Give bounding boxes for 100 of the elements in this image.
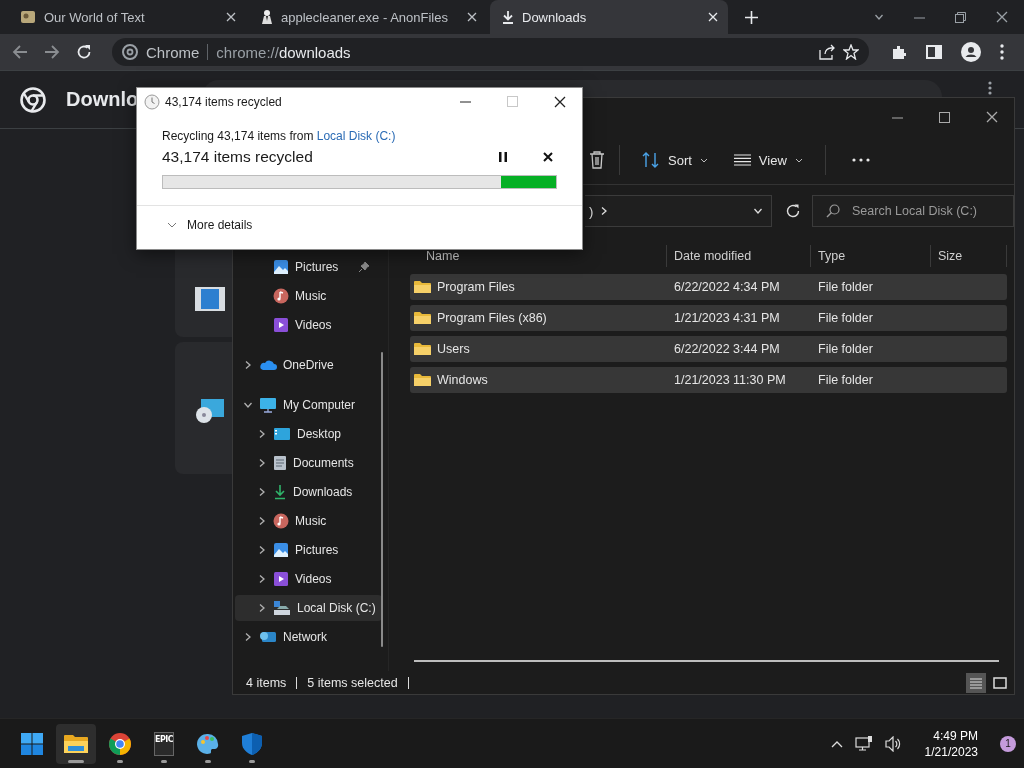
browser-tab[interactable]: Downloads (490, 0, 728, 34)
file-row[interactable]: Program Files (x86) 1/21/2023 4:31 PM File folder (410, 305, 1007, 331)
restore-icon[interactable] (955, 11, 966, 23)
close-icon[interactable] (996, 11, 1008, 23)
folder-icon (64, 733, 88, 754)
details-view-button[interactable] (966, 672, 986, 693)
column-header[interactable]: Size (931, 245, 1007, 267)
breadcrumb[interactable]: ) (589, 203, 594, 219)
location-link[interactable]: Local Disk (C:) (316, 129, 396, 143)
tree-item[interactable]: Desktop (235, 421, 382, 447)
scrollbar[interactable] (414, 660, 999, 662)
star-icon[interactable] (843, 44, 859, 60)
clock-time[interactable]: 4:49 PM (933, 728, 978, 743)
source-text: Recycling 43,174 items from Local Disk (C:) (162, 129, 397, 143)
address-bar[interactable]: Chrome chrome://downloads (112, 38, 869, 66)
search-field[interactable]: Search Local Disk (C:) (812, 195, 1014, 227)
lines-icon (733, 154, 751, 166)
more-icon[interactable] (851, 158, 870, 162)
more-details-button[interactable]: More details (137, 206, 582, 232)
refresh-icon[interactable] (786, 204, 800, 218)
site-label: Chrome (146, 43, 200, 61)
cancel-button[interactable] (543, 152, 553, 162)
volume-icon[interactable] (884, 735, 901, 752)
column-header[interactable]: Date modified (667, 245, 811, 267)
side-panel-icon[interactable] (926, 44, 942, 60)
chevron-icon[interactable] (257, 516, 267, 526)
view-button[interactable]: View (725, 146, 811, 174)
video-icon (273, 571, 289, 587)
puzzle-icon[interactable] (891, 44, 907, 60)
tree-item[interactable]: Local Disk (C:) (235, 595, 382, 621)
table-cell-text: File folder (817, 342, 874, 356)
close-icon[interactable] (554, 95, 566, 108)
table-cell-text: File folder (817, 280, 874, 294)
tree-item[interactable]: OneDrive (235, 352, 382, 378)
browser-tab[interactable]: Our World of Text (8, 0, 246, 34)
chevron-icon[interactable] (257, 487, 267, 497)
palette-icon (197, 732, 219, 755)
tree-item[interactable]: Videos (235, 566, 382, 592)
pause-button[interactable] (499, 152, 507, 162)
tree-item[interactable]: Music (235, 508, 382, 534)
tree-item[interactable]: Network (235, 624, 382, 650)
chevron-icon[interactable] (257, 458, 267, 468)
chevron-icon[interactable] (257, 574, 267, 584)
taskbar-button[interactable] (56, 723, 96, 764)
status-text: 5 items selected (307, 675, 398, 690)
file-row[interactable]: Users 6/22/2022 3:44 PM File folder (410, 336, 1007, 362)
back-icon[interactable] (12, 44, 28, 60)
clock-date[interactable]: 1/21/2023 (924, 744, 978, 759)
chevron-icon[interactable] (257, 603, 267, 613)
url-text[interactable]: chrome://downloads (216, 43, 811, 61)
profile-icon[interactable] (961, 42, 981, 62)
file-row[interactable]: Program Files 6/22/2022 4:34 PM File folder (410, 274, 1007, 300)
window-title: 43,174 items recycled (165, 94, 282, 109)
cloud-icon (259, 359, 277, 371)
folder-icon (414, 342, 431, 356)
sort-button[interactable]: Sort (634, 146, 716, 174)
column-header[interactable]: Type (811, 245, 931, 267)
chevron-icon[interactable] (257, 429, 267, 439)
delete-icon[interactable] (589, 151, 605, 169)
table-cell-text: 1/21/2023 4:31 PM (673, 311, 781, 325)
table-cell-text: File folder (817, 311, 874, 325)
tree-item[interactable]: Music (235, 283, 382, 309)
more-icon[interactable] (988, 81, 992, 95)
address-bar[interactable]: ) (585, 195, 772, 227)
pin-icon[interactable] (358, 261, 370, 273)
tree-item[interactable]: Downloads (235, 479, 382, 505)
file-row[interactable]: Windows 1/21/2023 11:30 PM File folder (410, 367, 1007, 393)
plus-icon[interactable] (745, 10, 758, 24)
table-cell-text: 6/22/2022 4:34 PM (673, 280, 781, 294)
chevron-down-icon[interactable] (874, 12, 884, 22)
scrollbar[interactable] (381, 352, 383, 647)
maximize-icon[interactable] (939, 111, 950, 123)
chevron-icon[interactable] (257, 545, 267, 555)
network-icon (259, 630, 277, 644)
tree-item[interactable]: My Computer (235, 392, 382, 418)
picture-icon (273, 542, 289, 558)
share-icon[interactable] (819, 44, 835, 60)
menu-icon[interactable] (1000, 44, 1004, 60)
browser-tab[interactable]: applecleaner.exe - AnonFiles (249, 0, 487, 34)
forward-icon[interactable] (44, 44, 60, 60)
chevron-icon[interactable] (243, 360, 253, 370)
picture-icon (273, 259, 289, 275)
chevron-icon[interactable] (243, 632, 253, 642)
network-icon[interactable] (854, 735, 873, 752)
notification-badge[interactable]: 1 (1000, 735, 1016, 752)
reload-icon[interactable] (76, 44, 92, 60)
chevron-up-icon[interactable] (830, 739, 843, 748)
tree-item[interactable]: Pictures (235, 254, 382, 280)
download-icon (273, 484, 287, 500)
download-icon (502, 10, 514, 24)
taskbar-button[interactable]: EPIC (144, 723, 184, 764)
close-icon[interactable] (986, 111, 998, 123)
figure-icon (261, 9, 273, 25)
tree-item[interactable]: Documents (235, 450, 382, 476)
folder-icon (414, 280, 431, 294)
tree-item[interactable]: Videos (235, 312, 382, 338)
chevron-icon[interactable] (243, 400, 253, 410)
tree-item[interactable]: Pictures (235, 537, 382, 563)
sort-icon (642, 152, 660, 168)
chevron-down-icon[interactable] (753, 206, 763, 216)
